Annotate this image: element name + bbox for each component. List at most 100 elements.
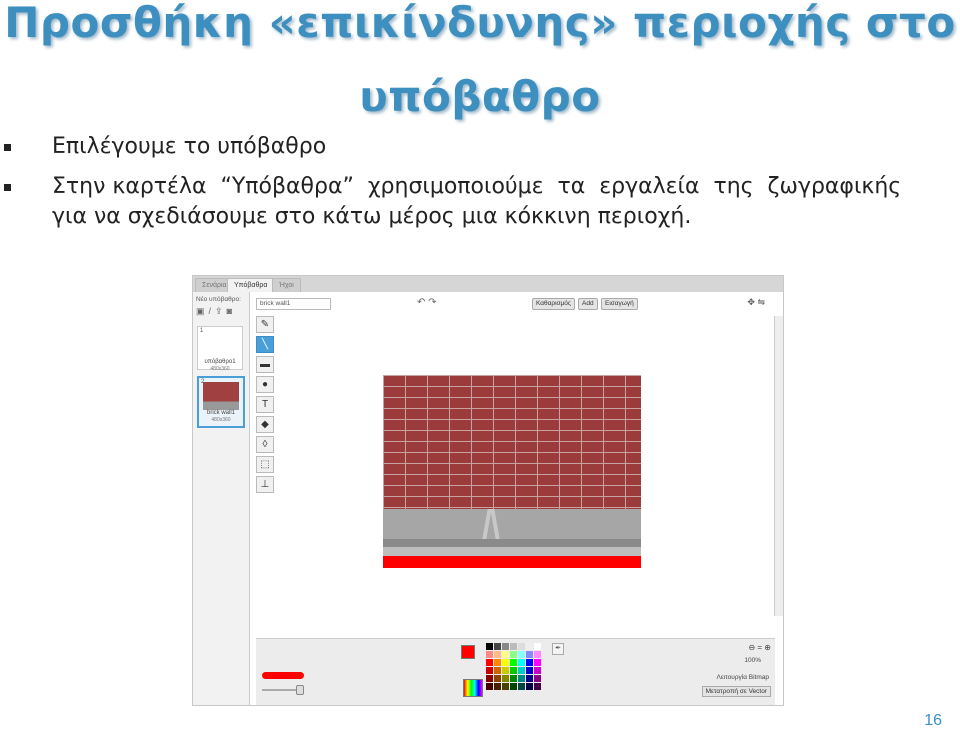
backdrop-thumb-1[interactable]: 1 υπόβαθρο1 480x360 [197,326,243,372]
palette-swatch[interactable] [534,651,541,658]
ellipse-icon[interactable]: ● [256,376,274,393]
library-icon[interactable]: ▣ [196,306,205,317]
bullet-2-line2: για να σχεδιάσουμε στο κάτω μέρος μια κό… [52,204,692,229]
palette-swatch[interactable] [526,651,533,658]
palette-swatch[interactable] [494,651,501,658]
palette-swatch[interactable] [510,659,517,666]
zoom-reset-icon[interactable]: = [757,643,762,652]
eraser-icon[interactable]: ◊ [256,436,274,453]
palette-swatch[interactable] [534,683,541,690]
palette-swatch[interactable] [518,675,525,682]
palette-swatch[interactable] [502,675,509,682]
palette-swatch[interactable] [534,667,541,674]
palette-swatch[interactable] [526,667,533,674]
palette-swatch[interactable] [494,667,501,674]
bullet-1: Επιλέγουμε το υπόβαθρο [52,134,327,159]
palette-swatch[interactable] [510,651,517,658]
palette-swatch[interactable] [502,667,509,674]
scratch-screenshot: Σενάρια Υπόβαθρα Ήχοι Νέο υπόβαθρο: ▣ / … [192,275,784,706]
palette-swatch[interactable] [494,659,501,666]
road-line [490,509,500,539]
palette-swatch[interactable] [518,651,525,658]
palette-swatch[interactable] [486,675,493,682]
zoom-in-icon[interactable]: ⊕ [764,643,771,652]
fill-icon[interactable]: ◆ [256,416,274,433]
clear-button[interactable]: Καθαρισμός [532,298,576,310]
backdrop-name: υπόβαθρο1 [204,359,236,365]
paint-editor: brick wall1 ↶ ↷ Καθαρισμός Add Εισαγωγή … [250,292,783,705]
palette-swatch[interactable] [486,683,493,690]
palette-swatch[interactable] [486,651,493,658]
color-palette [486,643,541,690]
backdrop-number: 2 [201,379,205,385]
transform-icons: ✥ ⇋ [747,297,765,308]
palette-swatch[interactable] [486,667,493,674]
backdrop-list-panel: Νέο υπόβαθρο: ▣ / ⇪ ◙ 1 υπόβαθρο1 480x36… [193,292,250,705]
flip-icon[interactable]: ⇋ [757,297,765,307]
current-color-swatch[interactable] [461,645,475,659]
zoom-level: 100% [744,657,761,664]
slider-knob[interactable] [296,685,304,695]
paint-options-bar: ✒ ⊖ = ⊕ 100% Λειτουργία Bitmap Μετατροπή… [256,638,775,705]
palette-swatch[interactable] [494,675,501,682]
vertical-scrollbar[interactable] [774,316,783,616]
palette-swatch[interactable] [494,643,501,650]
palette-swatch[interactable] [486,643,493,650]
palette-swatch[interactable] [494,683,501,690]
rectangle-icon[interactable]: ▬ [256,356,274,373]
import-button[interactable]: Εισαγωγή [601,298,638,310]
mode-label: Λειτουργία Bitmap [716,674,769,681]
palette-swatch[interactable] [486,659,493,666]
palette-swatch[interactable] [502,651,509,658]
palette-swatch[interactable] [518,667,525,674]
tab-backdrops[interactable]: Υπόβαθρα [227,278,275,293]
palette-swatch[interactable] [534,643,541,650]
palette-swatch[interactable] [510,675,517,682]
tab-sounds[interactable]: Ήχοι [272,278,301,293]
palette-swatch[interactable] [526,659,533,666]
select-icon[interactable]: ⬚ [256,456,274,473]
palette-swatch[interactable] [510,667,517,674]
paint-icon[interactable]: / [209,306,212,317]
line-icon[interactable]: ╲ [256,336,274,353]
brush-icon[interactable]: ✎ [256,316,274,333]
kerb-edge [383,547,641,556]
palette-swatch[interactable] [518,659,525,666]
backdrop-number: 1 [200,328,204,334]
palette-swatch[interactable] [534,659,541,666]
zoom-out-icon[interactable]: ⊖ [748,643,755,652]
costume-name-input[interactable]: brick wall1 [256,298,331,310]
stroke-width-slider[interactable] [262,685,304,695]
palette-swatch[interactable] [526,643,533,650]
backdrop-preview [203,382,239,410]
undo-icon[interactable]: ↶ [417,297,425,308]
backdrop-thumb-2[interactable]: 2 brick wall1 480x360 [197,376,245,428]
palette-swatch[interactable] [502,683,509,690]
backdrop-name: brick wall1 [206,410,235,416]
center-icon[interactable]: ✥ [747,297,755,307]
add-button[interactable]: Add [578,298,598,310]
palette-swatch[interactable] [526,675,533,682]
palette-swatch[interactable] [518,643,525,650]
camera-icon[interactable]: ◙ [227,306,232,317]
drawing-canvas[interactable] [383,375,641,568]
palette-swatch[interactable] [502,643,509,650]
eyedropper-icon[interactable]: ✒ [552,643,564,655]
palette-swatch[interactable] [510,683,517,690]
new-backdrop-tools: ▣ / ⇪ ◙ [196,306,232,317]
color-picker-gradient[interactable] [463,679,483,697]
palette-swatch[interactable] [502,659,509,666]
palette-swatch[interactable] [518,683,525,690]
bullet-marker [4,184,11,191]
slide-title-line1: Προσθήκη «επικίνδυνης» περιοχής στο [4,0,956,47]
palette-swatch[interactable] [510,643,517,650]
text-icon[interactable]: T [256,396,274,413]
upload-icon[interactable]: ⇪ [215,306,223,317]
palette-swatch[interactable] [526,683,533,690]
palette-swatch[interactable] [534,675,541,682]
redo-icon[interactable]: ↷ [428,297,436,308]
pavement [383,509,641,539]
convert-to-vector-button[interactable]: Μετατροπή σε Vector [701,686,771,697]
stamp-icon[interactable]: ⊥ [256,476,274,493]
undo-redo: ↶ ↷ [417,297,437,308]
